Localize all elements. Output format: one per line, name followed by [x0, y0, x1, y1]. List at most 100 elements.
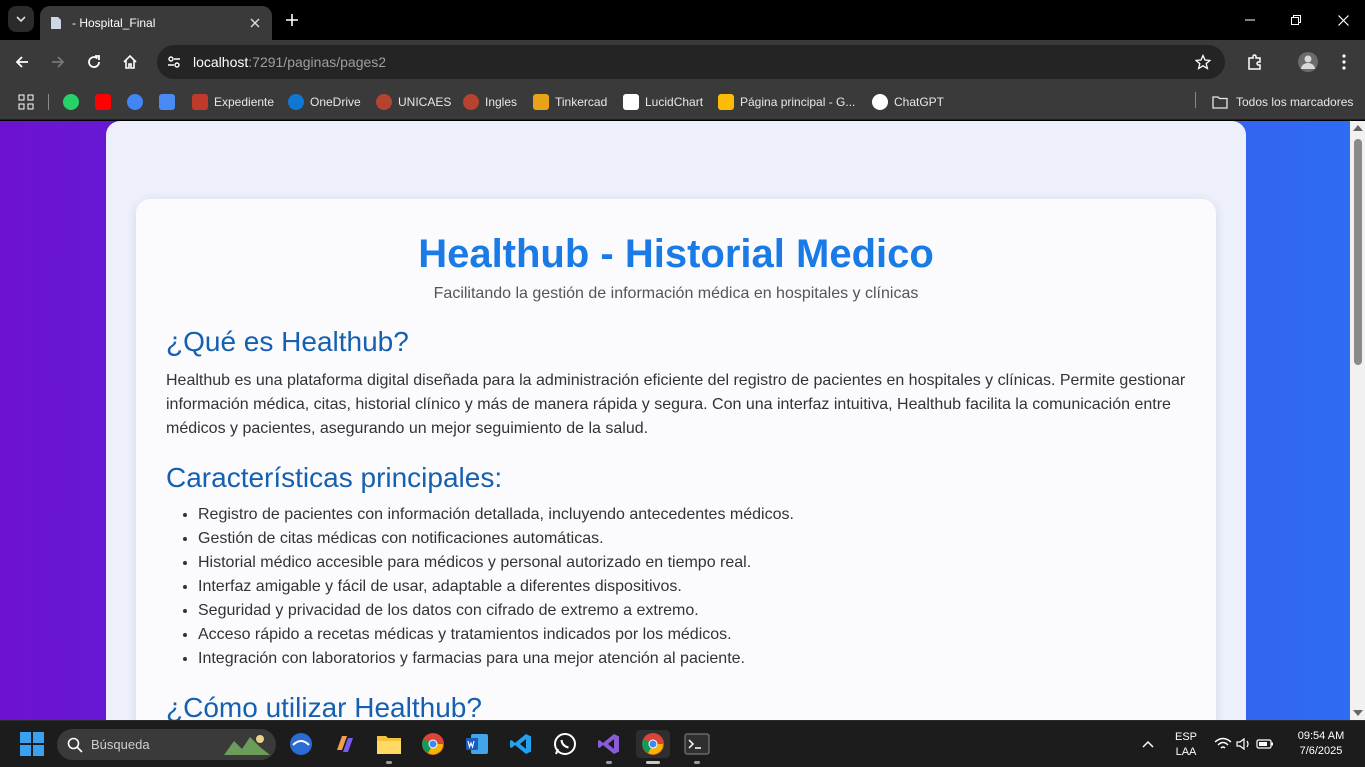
running-indicator [694, 761, 700, 764]
page-viewport: Healthub - Historial Medico Facilitando … [0, 121, 1365, 720]
taskbar-app-word[interactable] [463, 730, 491, 758]
taskbar-app-terminal[interactable] [683, 730, 711, 764]
whatsapp-icon [554, 733, 576, 755]
clock-date: 7/6/2025 [1299, 745, 1343, 757]
minimize-icon [1245, 19, 1255, 21]
chevron-up-icon [1142, 740, 1154, 748]
search-highlight-icon [224, 735, 270, 755]
home-button[interactable] [116, 48, 144, 76]
tray-overflow-button[interactable] [1134, 730, 1162, 758]
back-button[interactable] [8, 48, 36, 76]
bookmark-whatsapp[interactable] [63, 92, 85, 112]
whatsapp-icon [63, 94, 79, 110]
volume-icon [1236, 737, 1249, 751]
bookmark-onedrive[interactable]: OneDrive [288, 92, 361, 112]
minimize-button[interactable] [1238, 8, 1262, 32]
wifi-icon [1214, 737, 1232, 749]
tab-search-button[interactable] [8, 6, 34, 32]
tab-strip: - Hospital_Final [0, 0, 1365, 40]
bookmark-expediente[interactable]: Expediente [192, 92, 274, 112]
bookmark-translate[interactable] [159, 92, 181, 112]
apps-grid-icon [18, 94, 34, 110]
scroll-down-arrow[interactable] [1353, 710, 1363, 716]
address-bar[interactable]: localhost:7291/paginas/pages2 [157, 45, 1225, 79]
restore-icon [1291, 15, 1301, 25]
browser-tab[interactable]: - Hospital_Final [40, 6, 272, 40]
chevron-down-icon [16, 16, 26, 23]
windows-taskbar: Búsqueda ESP LAA 09:54 AM 7/6/2025 [0, 720, 1365, 767]
site-info-button[interactable] [157, 45, 191, 79]
reload-button[interactable] [80, 48, 108, 76]
language-indicator[interactable]: ESP LAA [1168, 730, 1204, 760]
profile-avatar[interactable] [1294, 48, 1322, 76]
bookmark-ingles[interactable]: Ingles [463, 92, 517, 112]
section-heading-how: ¿Cómo utilizar Healthub? [166, 692, 482, 720]
bookmark-lucidchart[interactable]: LucidChart [623, 92, 703, 112]
bookmark-label: Expediente [214, 95, 275, 109]
drive-icon [718, 94, 734, 110]
bookmark-label: Ingles [485, 95, 518, 109]
more-vertical-icon [1342, 54, 1346, 70]
close-icon [1337, 14, 1349, 26]
onedrive-icon [288, 94, 304, 110]
forward-button[interactable] [44, 48, 72, 76]
unicaes-icon [376, 94, 392, 110]
bookmark-label: Tinkercad [555, 95, 608, 109]
language-code: ESP [1174, 731, 1197, 743]
folder-icon [377, 736, 401, 754]
bookmark-drive[interactable]: Página principal - G... [718, 92, 855, 112]
bookmark-chatgpt[interactable]: ChatGPT [872, 92, 944, 112]
running-indicator [386, 761, 392, 764]
arrow-left-icon [15, 56, 28, 68]
close-icon [250, 18, 260, 28]
section-heading-features: Características principales: [166, 462, 503, 493]
page-icon [48, 15, 64, 31]
extensions-button[interactable] [1241, 48, 1269, 76]
close-window-button[interactable] [1331, 8, 1355, 32]
taskbar-app-chrome[interactable] [419, 730, 447, 758]
copilot-icon [337, 736, 353, 752]
page-scrollbar[interactable] [1350, 121, 1365, 720]
new-tab-button[interactable] [281, 9, 303, 31]
clock-time: 09:54 AM [1297, 730, 1345, 742]
taskbar-app-chrome-dev[interactable] [636, 730, 670, 764]
taskbar-app-widgets[interactable] [287, 730, 315, 758]
close-tab-button[interactable] [246, 14, 264, 32]
folder-icon [1212, 96, 1228, 109]
browser-menu-button[interactable] [1330, 48, 1358, 76]
taskbar-app-visual-studio[interactable] [595, 730, 623, 764]
all-bookmarks-folder[interactable]: Todos los marcadores [1212, 92, 1353, 112]
taskbar-search[interactable]: Búsqueda [57, 729, 276, 760]
bookmark-youtube[interactable] [95, 92, 117, 112]
taskbar-app-vscode[interactable] [507, 730, 535, 758]
bookmark-label: LucidChart [645, 95, 704, 109]
active-indicator [646, 761, 660, 764]
bookmarks-divider [1195, 92, 1196, 108]
running-indicator [606, 761, 612, 764]
bookmark-unicaes[interactable]: UNICAES [376, 92, 451, 112]
taskbar-app-file-explorer[interactable] [375, 730, 403, 764]
lucidchart-icon [623, 94, 639, 110]
tune-icon [168, 56, 180, 68]
taskbar-app-copilot[interactable] [331, 730, 359, 758]
reload-icon [88, 55, 100, 68]
list-item: Gestión de citas médicas con notificacio… [198, 527, 1186, 551]
start-button[interactable] [18, 730, 46, 758]
bookmark-star-button[interactable] [1191, 50, 1215, 74]
taskbar-app-whatsapp[interactable] [551, 730, 579, 758]
scroll-up-arrow[interactable] [1353, 125, 1363, 131]
apps-button[interactable] [18, 92, 34, 112]
scrollbar-thumb[interactable] [1354, 139, 1362, 365]
translate-icon [159, 94, 175, 110]
bookmark-tinkercad[interactable]: Tinkercad [533, 92, 607, 112]
url-text: localhost:7291/paginas/pages2 [193, 54, 386, 70]
clock[interactable]: 09:54 AM 7/6/2025 [1288, 729, 1354, 759]
bookmark-google[interactable] [127, 92, 149, 112]
bookmark-label: ChatGPT [894, 95, 945, 109]
restore-button[interactable] [1284, 8, 1308, 32]
system-tray-status[interactable] [1210, 730, 1278, 758]
puzzle-icon [1248, 54, 1261, 70]
section-heading-what: ¿Qué es Healthub? [166, 326, 409, 357]
chrome-icon [422, 733, 444, 755]
content-card: Healthub - Historial Medico Facilitando … [136, 199, 1216, 720]
